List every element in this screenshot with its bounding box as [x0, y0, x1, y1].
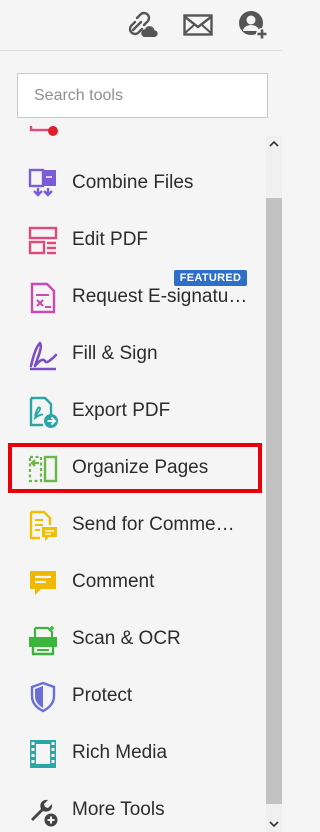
scrollbar[interactable] [266, 136, 282, 832]
top-bar [0, 0, 282, 51]
tool-label: Fill & Sign [72, 343, 158, 364]
tool-label: Comment [72, 571, 155, 592]
tool-label: Scan & OCR [72, 628, 181, 649]
tool-send-for-comment[interactable]: Send for Comme… [0, 498, 262, 552]
tool-label: Export PDF [72, 400, 171, 421]
tool-label: Rich Media [72, 742, 168, 763]
send-for-comment-icon [27, 510, 59, 542]
tool-label: Edit PDF [72, 229, 149, 250]
export-pdf-icon [27, 396, 59, 428]
search-box [17, 73, 268, 118]
tool-export-pdf[interactable]: Export PDF [0, 384, 262, 438]
comment-icon [27, 567, 59, 599]
tool-combine-files[interactable]: Combine Files [0, 156, 262, 210]
featured-badge: FEATURED [174, 270, 247, 286]
tool-label: Combine Files [72, 172, 194, 193]
scroll-thumb[interactable] [266, 198, 282, 804]
combine-files-icon [27, 168, 59, 200]
tool-more-tools[interactable]: More Tools [0, 783, 262, 832]
user-add-icon[interactable] [236, 9, 270, 41]
rich-media-icon [27, 738, 59, 770]
highlight-box [8, 443, 262, 493]
tools-panel: Combine Files Edit PDF [0, 0, 282, 832]
search-input[interactable] [17, 73, 268, 118]
tool-rich-media[interactable]: Rich Media [0, 726, 262, 780]
tool-label: More Tools [72, 799, 165, 820]
mail-icon[interactable] [181, 9, 215, 41]
edit-pdf-icon [27, 225, 59, 257]
more-tools-icon [27, 795, 59, 827]
request-esignature-icon [27, 282, 59, 314]
fill-sign-icon [27, 339, 59, 371]
tool-comment[interactable]: Comment [0, 555, 262, 609]
tool-edit-pdf[interactable]: Edit PDF [0, 213, 262, 267]
tool-scan-ocr[interactable]: Scan & OCR [0, 612, 262, 666]
scroll-down-arrow[interactable] [266, 816, 282, 832]
scroll-up-arrow[interactable] [266, 136, 282, 152]
tool-protect[interactable]: Protect [0, 669, 262, 723]
tool-label: Send for Comme… [72, 514, 235, 535]
tool-fill-sign[interactable]: Fill & Sign [0, 327, 262, 381]
protect-icon [27, 681, 59, 713]
scan-ocr-icon [27, 624, 59, 656]
cloud-link-icon[interactable] [126, 9, 160, 41]
tool-label: Protect [72, 685, 133, 706]
